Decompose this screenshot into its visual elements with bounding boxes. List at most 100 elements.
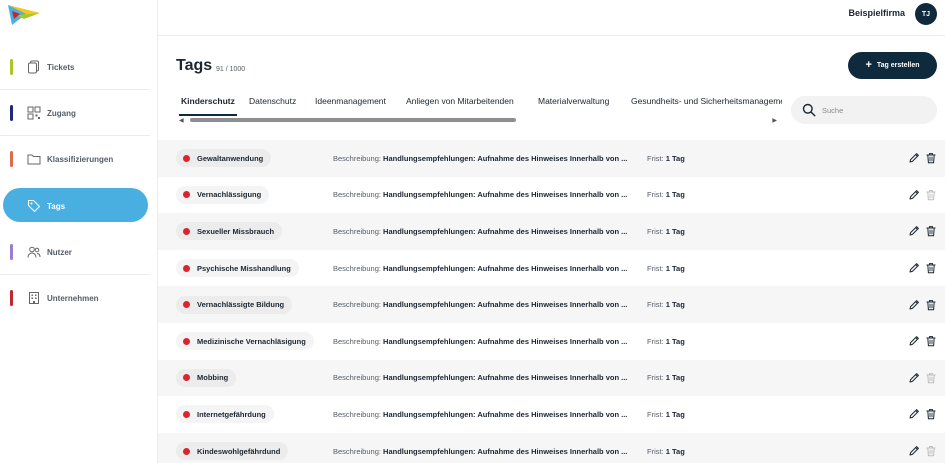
- sidebar-item-zugang[interactable]: Zugang: [0, 90, 158, 136]
- sidebar-accent-bar: [10, 243, 13, 260]
- edit-pencil-icon[interactable]: [908, 372, 920, 384]
- tag-description: Beschreibung: Handlungsempfehlungen: Auf…: [333, 410, 627, 419]
- deadline-value: 1 Tag: [665, 446, 685, 456]
- edit-pencil-icon[interactable]: [908, 225, 920, 237]
- create-tag-label: Tag erstellen: [876, 62, 920, 69]
- tag-pill[interactable]: Gewaltanwendung: [176, 149, 272, 168]
- sidebar: Tickets Zugang Klassifizierungen Tags Nutzer…: [0, 0, 158, 463]
- delete-trash-icon[interactable]: [925, 262, 937, 274]
- tag-deadline: Frist: 1 Tag: [647, 447, 685, 456]
- scroll-left-arrow-icon[interactable]: ◀: [179, 117, 184, 124]
- search-input[interactable]: [822, 102, 927, 118]
- delete-trash-icon[interactable]: [925, 299, 937, 311]
- sidebar-item-unternehmen[interactable]: Unternehmen: [0, 275, 158, 321]
- sidebar-item-nutzer[interactable]: Nutzer: [0, 229, 158, 275]
- edit-pencil-icon[interactable]: [908, 152, 920, 164]
- edit-pencil-icon[interactable]: [908, 299, 920, 311]
- description-text: Handlungsempfehlungen: Aufnahme des Hinw…: [383, 226, 628, 236]
- sidebar-item-label: Klassifizierungen: [47, 155, 114, 165]
- sidebar-item-label: Tags: [47, 201, 66, 211]
- tag-pill[interactable]: Kindeswohlgefährdund: [176, 442, 289, 461]
- table-row[interactable]: Mobbing Beschreibung: Handlungsempfehlung…: [158, 359, 945, 397]
- sidebar-item-label: Nutzer: [47, 247, 72, 257]
- avatar[interactable]: TJ: [915, 3, 937, 25]
- tag-name: Kindeswohlgefährdund: [197, 446, 281, 456]
- tab-gesundheits-und-sicherheitsmanagement[interactable]: Gesundheits- und Sicherheitsmanagement: [631, 96, 782, 106]
- edit-pencil-icon[interactable]: [908, 445, 920, 457]
- tag-description: Beschreibung: Handlungsempfehlungen: Auf…: [333, 154, 627, 163]
- tag-pill[interactable]: Medizinische Vernachläsigung: [176, 332, 314, 351]
- page-title: Tags: [176, 57, 213, 74]
- description-label: Beschreibung:: [333, 226, 381, 236]
- scroll-right-arrow-icon[interactable]: ▶: [772, 117, 777, 124]
- tag-pill[interactable]: Vernachlässigung: [176, 185, 270, 204]
- table-row[interactable]: Vernachlässigung Beschreibung: Handlungse…: [158, 177, 945, 214]
- tag-description: Beschreibung: Handlungsempfehlungen: Auf…: [333, 190, 627, 199]
- table-row[interactable]: Kindeswohlgefährdund Beschreibung: Handlu…: [158, 432, 945, 463]
- description-text: Handlungsempfehlungen: Aufnahme des Hinw…: [383, 300, 628, 310]
- description-text: Handlungsempfehlungen: Aufnahme des Hinw…: [383, 409, 628, 419]
- plus-icon: +: [865, 59, 872, 71]
- table-row[interactable]: Psychische Misshandlung Beschreibung: Han…: [158, 250, 945, 287]
- description-label: Beschreibung:: [333, 336, 381, 346]
- description-text: Handlungsempfehlungen: Aufnahme des Hinw…: [383, 446, 628, 456]
- table-row[interactable]: Gewaltanwendung Beschreibung: Handlungsem…: [158, 140, 945, 177]
- tag-name: Vernachlässigung: [197, 190, 262, 200]
- table-row[interactable]: Medizinische Vernachläsigung Beschreibung…: [158, 323, 945, 360]
- tag-deadline: Frist: 1 Tag: [647, 300, 685, 309]
- delete-trash-icon[interactable]: [925, 408, 937, 420]
- tag-pill[interactable]: Internetgefährdung: [176, 405, 274, 424]
- sidebar-item-tags[interactable]: Tags: [0, 183, 158, 229]
- tag-name: Internetgefährdung: [197, 409, 266, 419]
- table-row[interactable]: Sexueller Missbrauch Beschreibung: Handlu…: [158, 213, 945, 250]
- create-tag-button[interactable]: + Tag erstellen: [848, 52, 937, 79]
- tag-pill[interactable]: Vernachlässigte Bildung: [176, 295, 293, 314]
- sidebar-item-tickets[interactable]: Tickets: [0, 44, 158, 90]
- table-row[interactable]: Internetgefährdung Beschreibung: Handlung…: [158, 396, 945, 433]
- sidebar-item-label: Zugang: [47, 109, 76, 119]
- tag-pill[interactable]: Mobbing: [176, 368, 237, 387]
- delete-trash-icon[interactable]: [925, 189, 937, 201]
- description-text: Handlungsempfehlungen: Aufnahme des Hinw…: [383, 336, 628, 346]
- sidebar-item-klassifizierungen[interactable]: Klassifizierungen: [0, 136, 158, 182]
- description-text: Handlungsempfehlungen: Aufnahme des Hinw…: [383, 373, 628, 383]
- delete-trash-icon[interactable]: [925, 225, 937, 237]
- delete-trash-icon[interactable]: [925, 152, 937, 164]
- folder-icon: [27, 152, 41, 166]
- sidebar-accent-bar: [10, 151, 13, 168]
- company-name[interactable]: Beispielfirma: [848, 8, 905, 18]
- tag-color-dot: [183, 410, 190, 418]
- tag-color-dot: [183, 447, 190, 455]
- table-row[interactable]: Vernachlässigte Bildung Beschreibung: Han…: [158, 286, 945, 323]
- edit-pencil-icon[interactable]: [908, 335, 920, 347]
- tag-color-dot: [183, 301, 190, 309]
- search-box[interactable]: [791, 96, 937, 124]
- delete-trash-icon[interactable]: [925, 335, 937, 347]
- tag-pill[interactable]: Psychische Misshandlung: [176, 259, 299, 278]
- deadline-label: Frist:: [647, 226, 664, 236]
- tab-kinderschutz[interactable]: Kinderschutz: [181, 96, 235, 106]
- tag-description: Beschreibung: Handlungsempfehlungen: Auf…: [333, 264, 627, 273]
- tab-anliegen-von-mitarbeitenden[interactable]: Anliegen von Mitarbeitenden: [406, 96, 514, 106]
- tab-materialverwaltung[interactable]: Materialverwaltung: [538, 96, 609, 106]
- delete-trash-icon[interactable]: [925, 445, 937, 457]
- tag-description: Beschreibung: Handlungsempfehlungen: Auf…: [333, 227, 627, 236]
- deadline-label: Frist:: [647, 263, 664, 273]
- delete-trash-icon[interactable]: [925, 372, 937, 384]
- tag-name: Psychische Misshandlung: [197, 263, 291, 273]
- tab-datenschutz[interactable]: Datenschutz: [249, 96, 296, 106]
- tab-ideenmanagement[interactable]: Ideenmanagement: [315, 96, 386, 106]
- deadline-label: Frist:: [647, 373, 664, 383]
- tag-count: 91 / 1000: [216, 66, 246, 73]
- tag-pill[interactable]: Sexueller Missbrauch: [176, 222, 283, 241]
- company-logo[interactable]: [8, 3, 40, 25]
- edit-pencil-icon[interactable]: [908, 189, 920, 201]
- tabs-scrollbar[interactable]: ◀ ▶: [176, 117, 780, 124]
- tag-color-dot: [183, 337, 190, 345]
- scrollbar-thumb[interactable]: [190, 118, 516, 122]
- tag-color-dot: [183, 227, 190, 235]
- edit-pencil-icon[interactable]: [908, 262, 920, 274]
- edit-pencil-icon[interactable]: [908, 408, 920, 420]
- tag-color-dot: [183, 191, 190, 199]
- tag-deadline: Frist: 1 Tag: [647, 337, 685, 346]
